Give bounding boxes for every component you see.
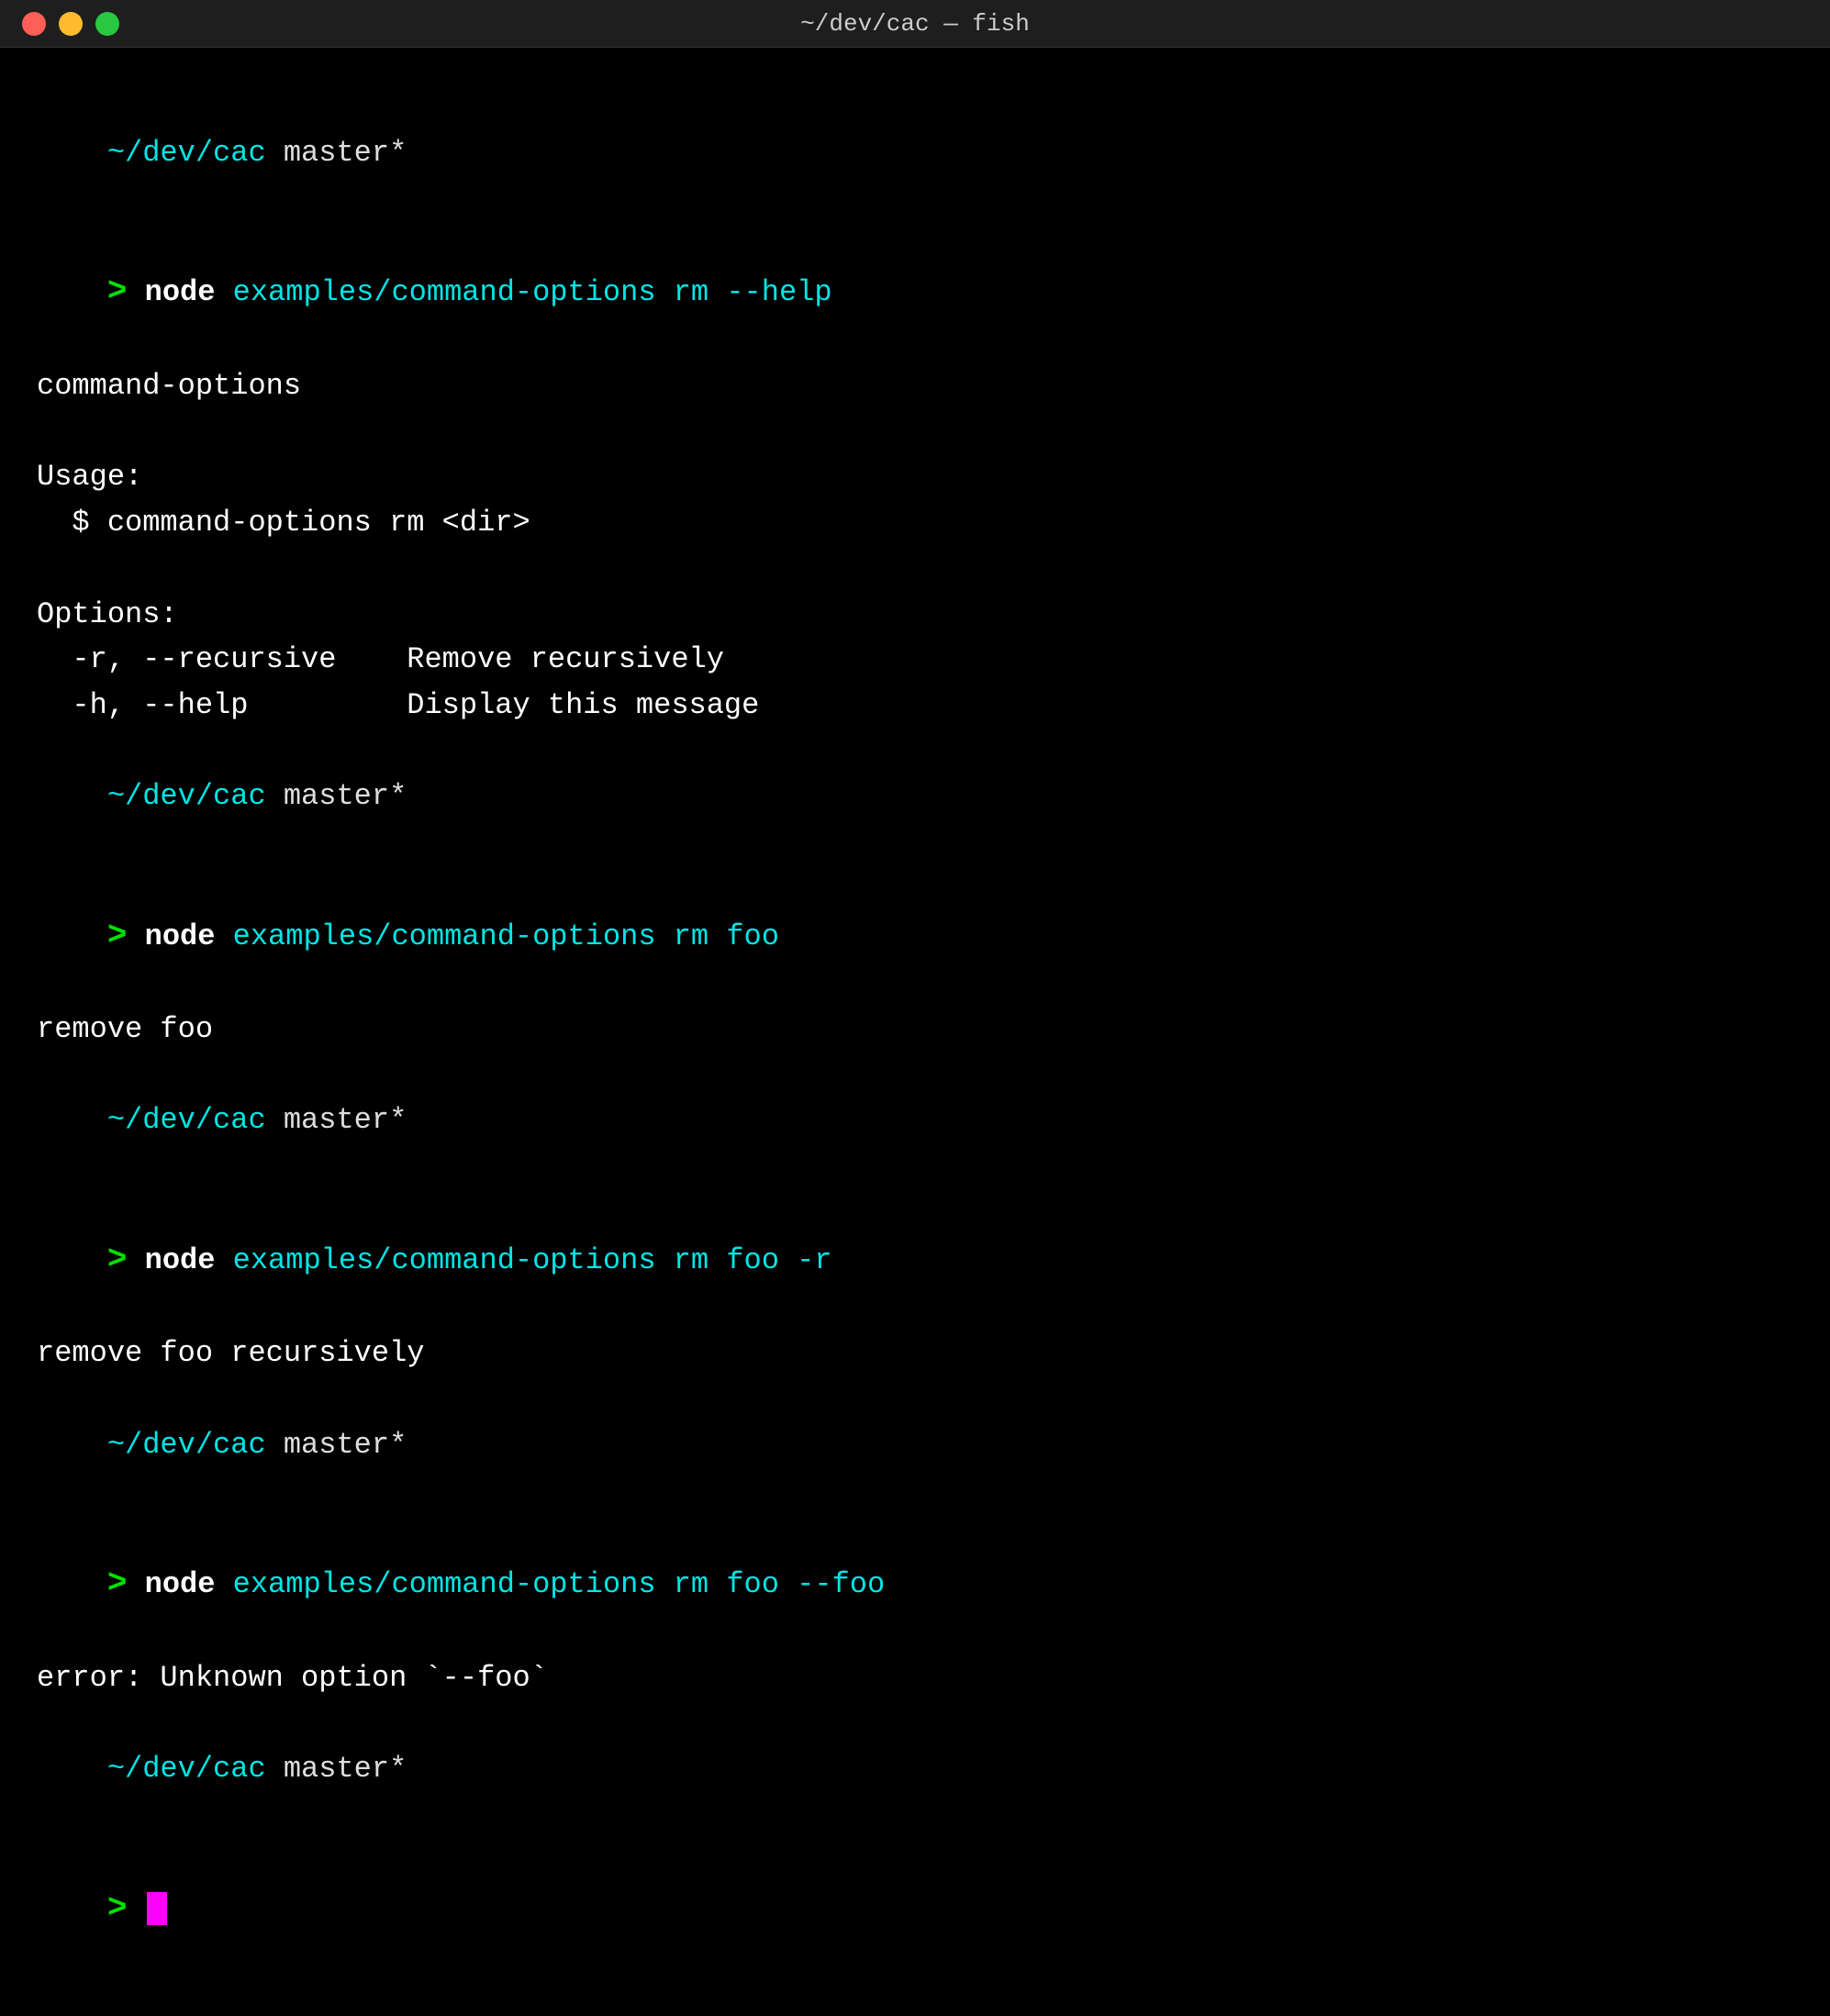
- prompt-line-4: ~/dev/cac master*: [37, 1376, 1793, 1513]
- empty-1: [37, 408, 1793, 454]
- cmd-node-4: node: [145, 1567, 216, 1601]
- cmd-space-3: [127, 1243, 144, 1277]
- command-line-4: > node examples/command-options rm foo -…: [37, 1513, 1793, 1655]
- prompt-space-1: [266, 136, 284, 170]
- close-button[interactable]: [22, 12, 46, 36]
- prompt-line-5: ~/dev/cac master*: [37, 1700, 1793, 1837]
- prompt-arrow-4: >: [107, 1565, 128, 1602]
- output-usage-cmd: $ command-options rm <dir>: [37, 500, 1793, 546]
- command-line-1: > node examples/command-options rm --hel…: [37, 221, 1793, 363]
- prompt-branch-4: master*: [284, 1428, 407, 1462]
- output-line-3: remove foo recursively: [37, 1331, 1793, 1376]
- cmd-node-1: node: [145, 275, 216, 309]
- output-usage: Usage:: [37, 454, 1793, 500]
- cmd-rest-3: examples/command-options rm foo -r: [215, 1243, 831, 1277]
- command-line-2: > node examples/command-options rm foo: [37, 864, 1793, 1007]
- cmd-node-3: node: [145, 1243, 216, 1277]
- cmd-rest-4: examples/command-options rm foo --foo: [215, 1567, 885, 1601]
- prompt-path-2: ~/dev/cac: [107, 779, 266, 813]
- cmd-node-2: node: [145, 919, 216, 953]
- titlebar: ~/dev/cac — fish: [0, 0, 1830, 48]
- prompt-branch-2: master*: [284, 779, 407, 813]
- prompt-line-2: ~/dev/cac master*: [37, 728, 1793, 864]
- minimize-button[interactable]: [59, 12, 83, 36]
- cmd-rest-2: examples/command-options rm foo: [215, 919, 779, 953]
- window-title: ~/dev/cac — fish: [800, 10, 1030, 38]
- prompt-line-3: ~/dev/cac master*: [37, 1053, 1793, 1189]
- prompt-space-4: [266, 1428, 284, 1462]
- input-arrow: >: [107, 1889, 128, 1927]
- prompt-space-3: [266, 1103, 284, 1137]
- prompt-branch-1: master*: [284, 136, 407, 170]
- prompt-branch-3: master*: [284, 1103, 407, 1137]
- prompt-path-5: ~/dev/cac: [107, 1752, 266, 1786]
- terminal-cursor: [147, 1892, 167, 1925]
- output-error: error: Unknown option `--foo`: [37, 1655, 1793, 1701]
- prompt-path-4: ~/dev/cac: [107, 1428, 266, 1462]
- command-line-3: > node examples/command-options rm foo -…: [37, 1188, 1793, 1331]
- empty-2: [37, 546, 1793, 592]
- maximize-button[interactable]: [95, 12, 119, 36]
- output-option-r: -r, --recursive Remove recursively: [37, 637, 1793, 683]
- prompt-space-2: [266, 779, 284, 813]
- prompt-path-3: ~/dev/cac: [107, 1103, 266, 1137]
- prompt-space-5: [266, 1752, 284, 1786]
- terminal[interactable]: ~/dev/cac master* > node examples/comman…: [0, 48, 1830, 2016]
- prompt-line-1: ~/dev/cac master*: [37, 84, 1793, 221]
- traffic-lights: [22, 12, 119, 36]
- output-option-h: -h, --help Display this message: [37, 683, 1793, 729]
- output-line-2: remove foo: [37, 1007, 1793, 1053]
- output-options: Options:: [37, 592, 1793, 638]
- cmd-space-1: [127, 275, 144, 309]
- input-prompt-line[interactable]: >: [37, 1837, 1793, 1979]
- prompt-path-1: ~/dev/cac: [107, 136, 266, 170]
- cmd-rest-1: examples/command-options rm --help: [215, 275, 831, 309]
- prompt-arrow-3: >: [107, 1241, 128, 1278]
- output-line-1: command-options: [37, 363, 1793, 409]
- prompt-arrow-1: >: [107, 273, 128, 310]
- prompt-branch-5: master*: [284, 1752, 407, 1786]
- input-space: [127, 1892, 144, 1926]
- cmd-space-2: [127, 919, 144, 953]
- prompt-arrow-2: >: [107, 917, 128, 954]
- cmd-space-4: [127, 1567, 144, 1601]
